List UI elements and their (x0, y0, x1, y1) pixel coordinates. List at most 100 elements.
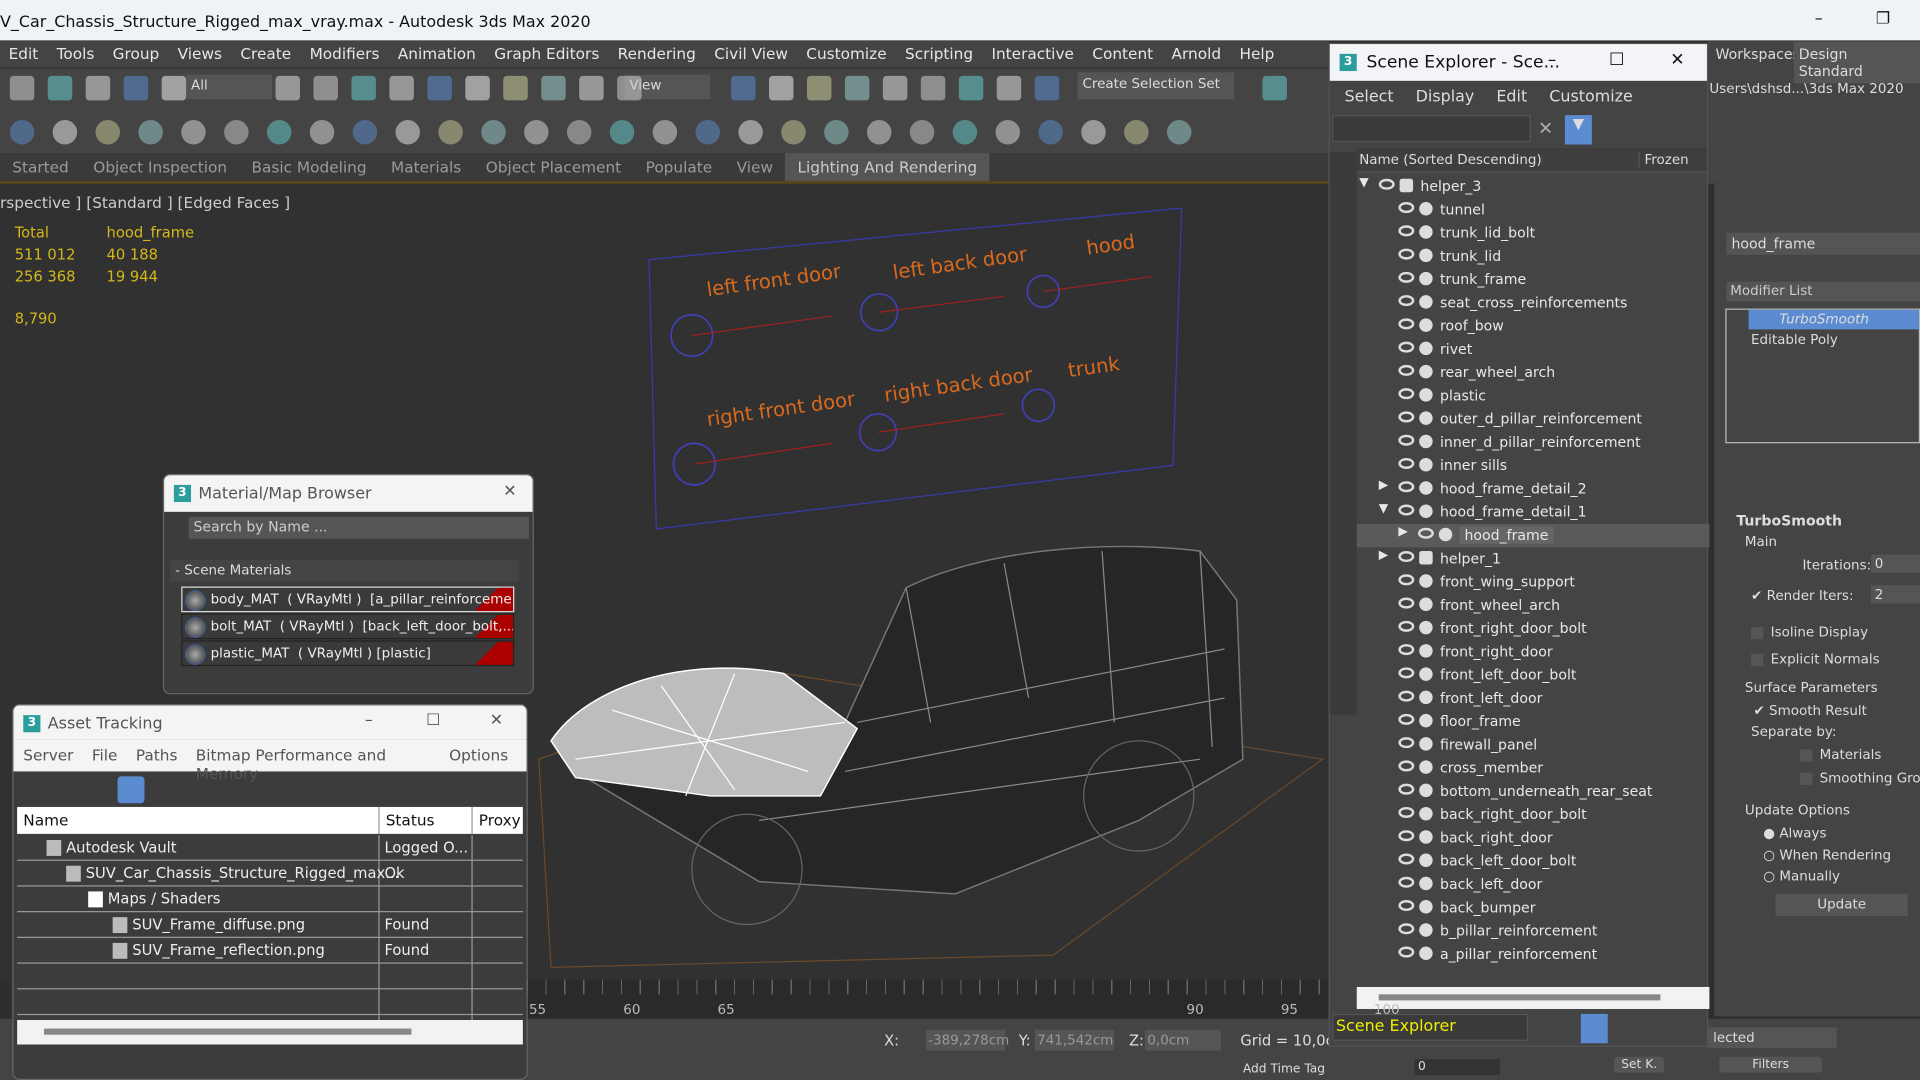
minimize-button[interactable]: – (365, 711, 373, 729)
current-frame-field[interactable]: 0 (1414, 1059, 1501, 1076)
scene-item-front-right-door-bolt[interactable]: front_right_door_bolt (1357, 617, 1710, 640)
add-time-tag-button[interactable]: Add Time Tag (1243, 1063, 1325, 1076)
maximize-button[interactable]: ☐ (1609, 50, 1624, 70)
scene-item-floor-frame[interactable]: floor_frame (1357, 710, 1710, 733)
toolbar-tool-icon[interactable] (47, 75, 73, 101)
visibility-eye-icon[interactable] (1398, 388, 1415, 400)
ribbon-tab-object-inspection[interactable]: Object Inspection (81, 153, 239, 181)
toolbar-tool-icon[interactable] (351, 75, 376, 101)
toolbar-create-icon[interactable] (952, 120, 978, 145)
visibility-eye-icon[interactable] (1398, 853, 1415, 865)
visibility-eye-icon[interactable] (1398, 806, 1415, 818)
toolbar-create-icon[interactable] (652, 120, 678, 145)
x-coordinate-field[interactable]: -389,278cm (925, 1029, 1009, 1051)
ribbon-tab-started[interactable]: Started (0, 153, 81, 181)
key-filter-dropdown[interactable]: lected (1708, 1027, 1837, 1049)
set-key-button[interactable]: Set K. (1613, 1056, 1665, 1073)
hierarchy-mode-icon[interactable] (1580, 1013, 1608, 1044)
visibility-eye-icon[interactable] (1398, 783, 1415, 795)
scene-item-front-right-door[interactable]: front_right_door (1357, 640, 1710, 663)
visibility-eye-icon[interactable] (1398, 737, 1415, 749)
menu-animation[interactable]: Animation (389, 40, 485, 67)
column-proxy[interactable]: Proxy R (471, 806, 523, 834)
scene-item-back-right-door-bolt[interactable]: back_right_door_bolt (1357, 803, 1710, 826)
visibility-eye-icon[interactable] (1398, 876, 1415, 888)
menu-civil-view[interactable]: Civil View (706, 40, 798, 67)
filter-icon[interactable]: ▼ (1564, 115, 1592, 145)
scene-item-front-wing-support[interactable]: front_wing_support (1357, 571, 1710, 594)
scene-item-hood-frame[interactable]: ▶ hood_frame (1356, 524, 1710, 548)
visibility-eye-icon[interactable] (1398, 713, 1415, 725)
visibility-eye-icon[interactable] (1398, 830, 1415, 842)
menu-edit[interactable]: Edit (0, 40, 48, 67)
material-item[interactable]: plastic_MAT ( VRayMtl ) [plastic] (181, 640, 515, 667)
menu-interactive[interactable]: Interactive (983, 40, 1084, 67)
scene-item-back-left-door-bolt[interactable]: back_left_door_bolt (1357, 850, 1710, 873)
restore-button[interactable]: ❐ (1876, 10, 1890, 28)
when-rendering-radio[interactable]: ○ When Rendering (1763, 847, 1891, 863)
visibility-eye-icon[interactable] (1398, 202, 1415, 214)
visibility-eye-icon[interactable] (1398, 690, 1415, 702)
modifier-list-dropdown[interactable]: Modifier List (1726, 281, 1920, 302)
visibility-eye-icon[interactable] (1417, 527, 1434, 539)
isoline-display-checkbox[interactable]: Isoline Display (1751, 624, 1868, 640)
toolbar-create-icon[interactable] (738, 120, 763, 145)
visibility-eye-icon[interactable] (1398, 574, 1415, 586)
toolbar-tool-icon[interactable] (123, 75, 149, 101)
toolbar-create-icon[interactable] (524, 120, 549, 145)
toolbar-create-icon[interactable] (9, 120, 35, 145)
scene-item-plastic[interactable]: plastic (1357, 384, 1710, 407)
explorer-filter-strip[interactable] (1329, 151, 1357, 716)
scene-item-trunk-frame[interactable]: trunk_frame (1357, 268, 1710, 291)
toolbar-tool-icon[interactable] (579, 75, 604, 101)
menu-graph-editors[interactable]: Graph Editors (486, 40, 609, 67)
toolbar-tool-icon[interactable] (427, 75, 452, 101)
toolbar-tool-icon[interactable] (844, 75, 870, 101)
visibility-eye-icon[interactable] (1398, 341, 1415, 353)
collapse-arrow-icon[interactable]: ▼ (1359, 176, 1368, 189)
at-menu-item[interactable]: File (92, 746, 118, 772)
toolbar-tool-icon[interactable] (9, 75, 35, 101)
ribbon-tab-basic-modeling[interactable]: Basic Modeling (239, 153, 379, 181)
asset-row[interactable]: Autodesk Vault Logged O... (17, 835, 523, 861)
smooth-result-checkbox[interactable]: ✔ Smooth Result (1753, 703, 1866, 719)
workspaces-dropdown[interactable]: Design Standard (1793, 41, 1920, 84)
turbosmooth-rollout-header[interactable]: TurboSmooth (1736, 512, 1842, 529)
z-coordinate-field[interactable]: 0,0cm (1144, 1029, 1221, 1051)
visibility-eye-icon[interactable] (1398, 248, 1415, 260)
visibility-eye-icon[interactable] (1398, 597, 1415, 609)
menu-arnold[interactable]: Arnold (1163, 40, 1231, 67)
toolbar-create-icon[interactable] (224, 120, 249, 145)
scene-item-front-left-door-bolt[interactable]: front_left_door_bolt (1357, 664, 1710, 687)
scene-item-inner-d-pillar-reinforcement[interactable]: inner_d_pillar_reinforcement (1357, 431, 1710, 454)
at-menu-item[interactable]: Server (23, 746, 73, 772)
visibility-eye-icon[interactable] (1398, 225, 1415, 237)
se-menu-customize[interactable]: Customize (1549, 88, 1633, 114)
ribbon-tab-materials[interactable]: Materials (379, 153, 474, 181)
scene-search-input[interactable] (1332, 115, 1531, 143)
toolbar-tool-icon[interactable] (958, 75, 984, 101)
scene-item-trunk-lid-bolt[interactable]: trunk_lid_bolt (1357, 222, 1710, 245)
iterations-spinner[interactable]: 0 (1871, 554, 1920, 574)
visibility-eye-icon[interactable] (1398, 295, 1415, 307)
scene-item-rear-wheel-arch[interactable]: rear_wheel_arch (1357, 361, 1710, 384)
visibility-eye-icon[interactable] (1398, 946, 1415, 958)
modifier-editable-poly[interactable]: Editable Poly (1727, 329, 1919, 348)
toolbar-create-icon[interactable] (266, 120, 292, 145)
toolbar-tool-icon[interactable] (1034, 75, 1060, 101)
ribbon-tab-view[interactable]: View (724, 153, 785, 181)
visibility-eye-icon[interactable] (1398, 551, 1415, 563)
scene-item-back-left-door[interactable]: back_left_door (1357, 873, 1710, 896)
visibility-eye-icon[interactable] (1398, 271, 1415, 283)
toolbar-tool-icon[interactable] (85, 75, 111, 101)
toolbar-create-icon[interactable] (995, 120, 1021, 145)
menu-group[interactable]: Group (104, 40, 169, 67)
menu-modifiers[interactable]: Modifiers (301, 40, 389, 67)
toolbar-tool-icon[interactable] (768, 75, 794, 101)
object-name-field[interactable]: hood_frame (1726, 232, 1920, 255)
toolbar-tool-icon[interactable] (389, 75, 414, 101)
toolbar-tool-icon[interactable] (1262, 75, 1287, 101)
always-radio[interactable]: ● Always (1763, 825, 1826, 841)
asset-row[interactable]: SUV_Car_Chassis_Structure_Rigged_max... O… (17, 860, 523, 887)
key-filters-button[interactable]: Filters (1719, 1056, 1823, 1073)
